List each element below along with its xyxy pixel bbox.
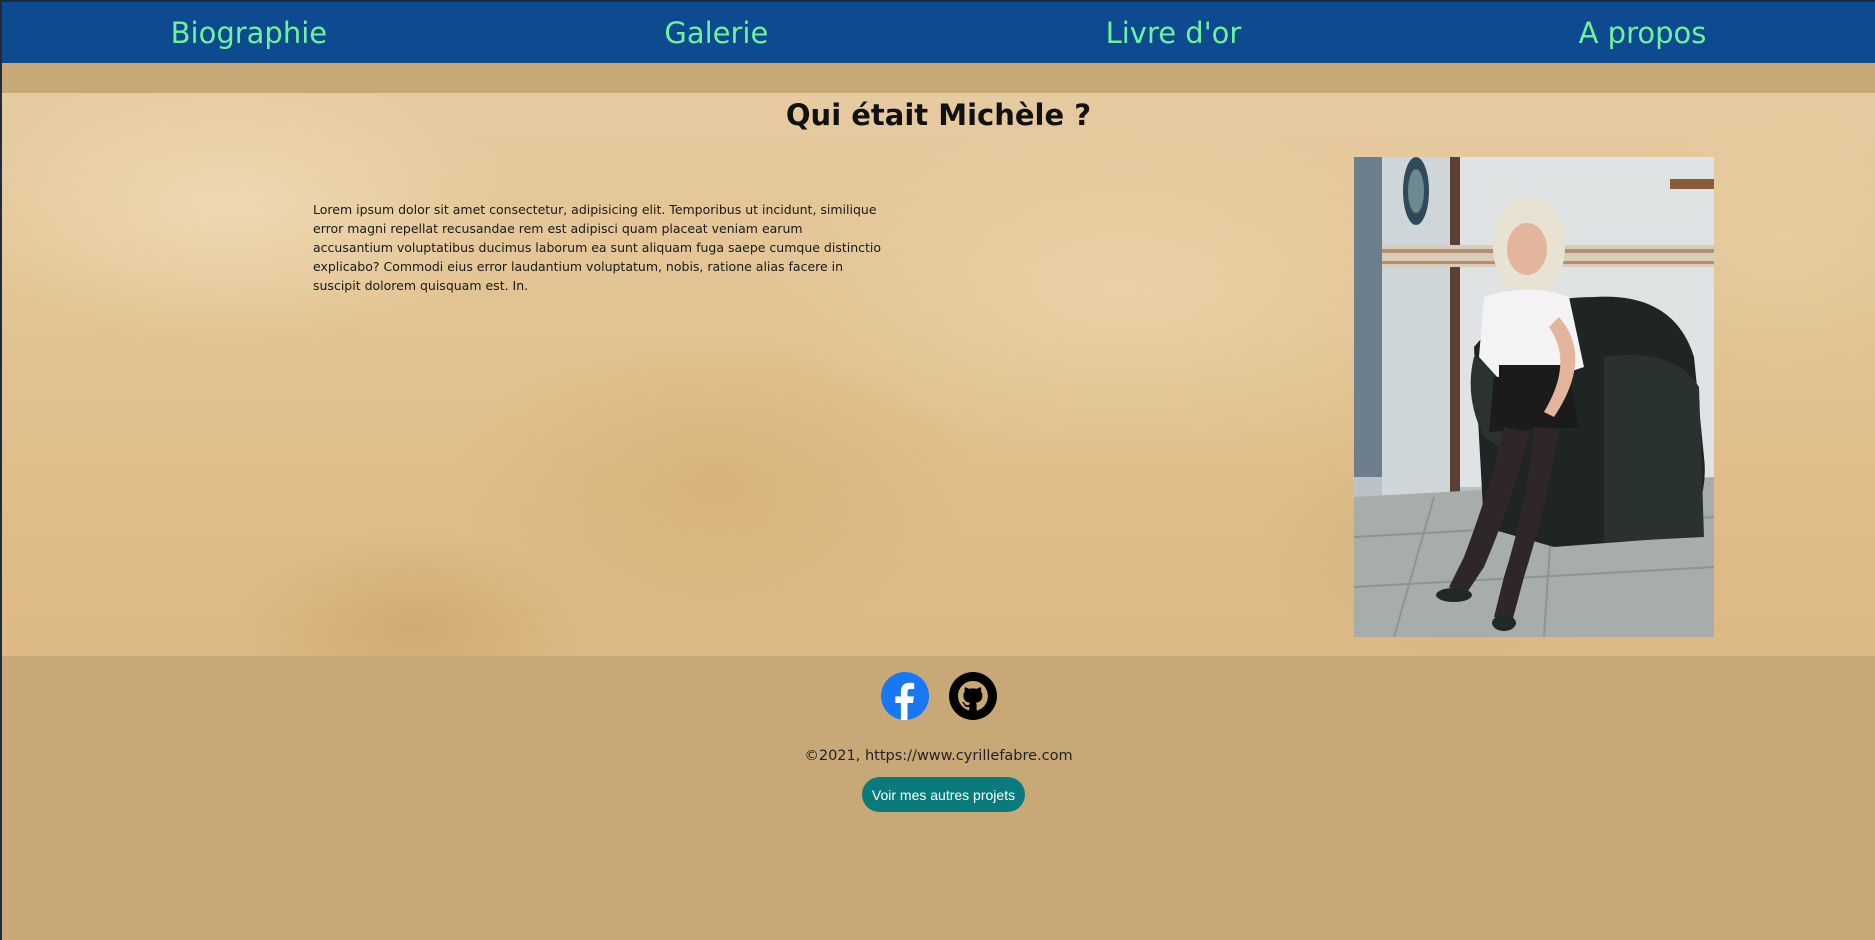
page-title: Qui était Michèle ? [785,98,1092,132]
biography-text: Lorem ipsum dolor sit amet consectetur, … [313,202,882,293]
facebook-icon[interactable] [880,672,929,720]
social-links [2,672,1875,720]
footer: ©2021, https://www.cyrillefabre.com Voir… [2,656,1875,940]
nav-a-propos[interactable]: A propos [1579,16,1707,50]
portrait-photo [1354,157,1714,637]
nav-galerie[interactable]: Galerie [664,16,768,50]
github-icon[interactable] [948,672,997,720]
page: Biographie Galerie Livre d'or A propos Q… [0,0,1875,940]
nav-biographie[interactable]: Biographie [171,16,327,50]
copyright-text: ©2021, https://www.cyrillefabre.com [804,748,1073,764]
nav-livre-dor[interactable]: Livre d'or [1106,16,1242,50]
other-projects-button[interactable]: Voir mes autres projets [862,777,1025,812]
portrait-image [1354,157,1714,637]
main-nav: Biographie Galerie Livre d'or A propos [2,2,1875,63]
